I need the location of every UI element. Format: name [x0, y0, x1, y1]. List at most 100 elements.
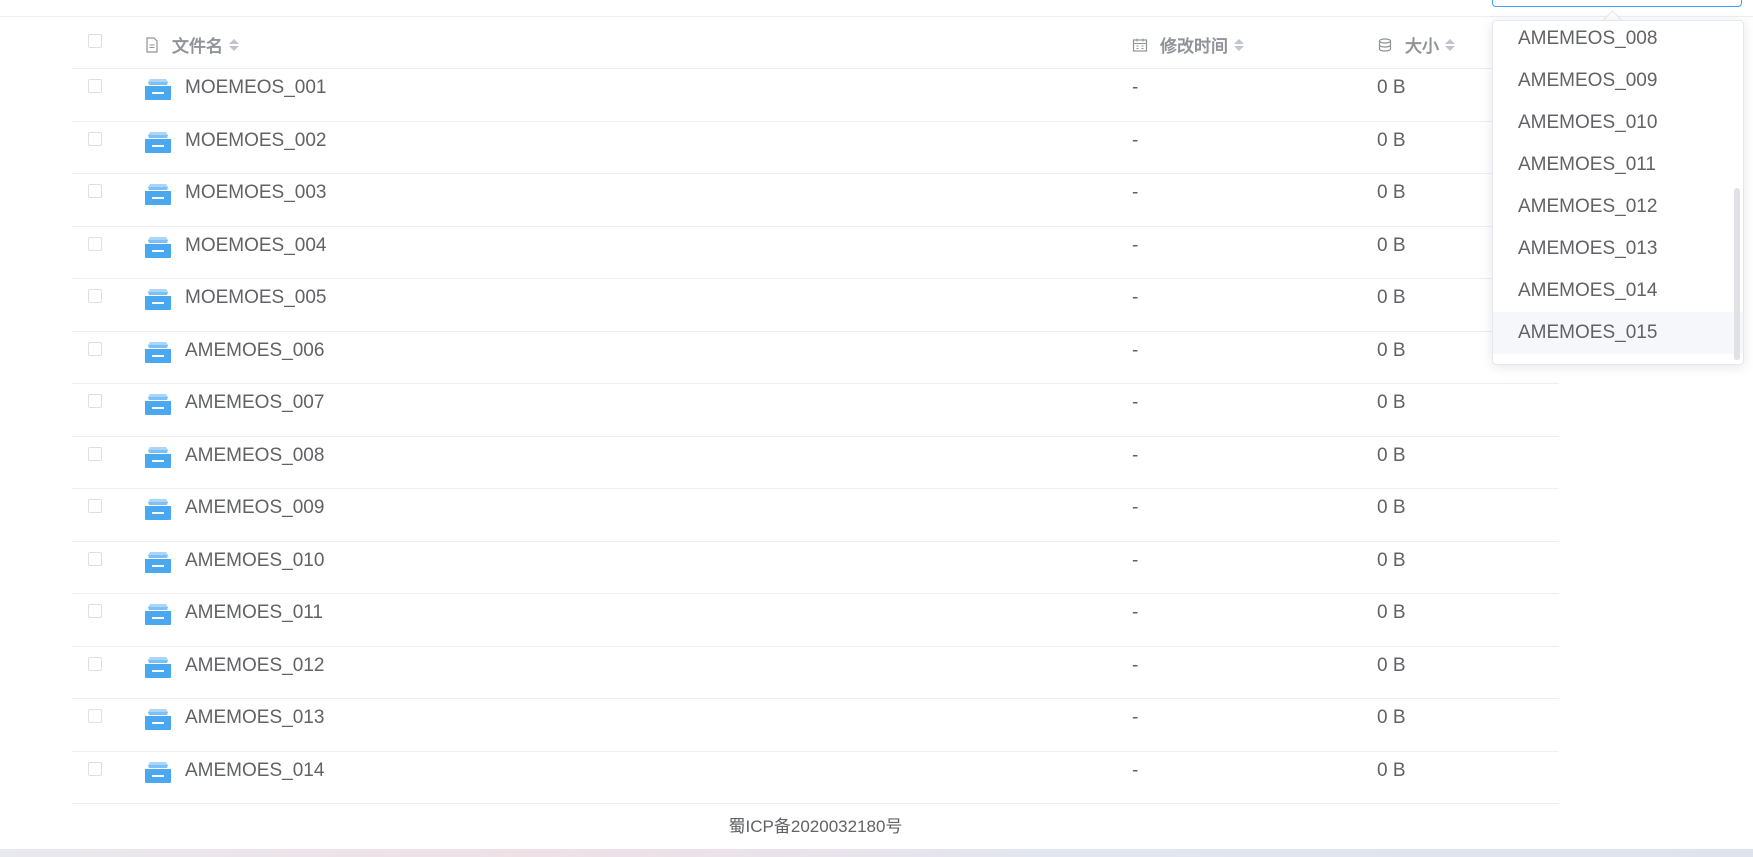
table-row[interactable]: MOEMEOS_001 - 0 B — [72, 69, 1559, 122]
folder-icon — [144, 602, 172, 626]
file-size: 0 B — [1377, 444, 1406, 466]
row-checkbox[interactable] — [88, 289, 102, 303]
table-row[interactable]: AMEMEOS_007 - 0 B — [72, 384, 1559, 437]
select-all-checkbox[interactable] — [88, 34, 102, 48]
row-checkbox[interactable] — [88, 446, 102, 461]
folder-icon — [144, 550, 172, 574]
table-row[interactable]: AMEMOES_012 - 0 B — [72, 647, 1559, 699]
table-row[interactable]: MOEMOES_005 - 0 B — [72, 279, 1559, 332]
icp-link[interactable]: 蜀ICP备2020032180号 — [729, 817, 903, 836]
dropdown-list: AMEMEOS_008 AMEMEOS_009 AMEMOES_010 AMEMOES… — [1493, 21, 1743, 354]
file-modified: - — [1132, 444, 1139, 466]
folder-icon — [144, 130, 172, 154]
file-modified: - — [1132, 707, 1139, 728]
file-name[interactable]: MOEMOES_002 — [185, 130, 327, 152]
dropdown-item[interactable]: AMEMOES_012 — [1493, 186, 1743, 228]
file-modified: - — [1132, 602, 1139, 623]
file-size: 0 B — [1377, 129, 1406, 151]
row-checkbox[interactable] — [88, 709, 102, 723]
file-modified: - — [1132, 654, 1139, 676]
table-row[interactable]: AMEMOES_010 - 0 B — [72, 542, 1559, 594]
dropdown-item[interactable]: AMEMOES_014 — [1493, 270, 1743, 312]
table-row[interactable]: AMEMEOS_009 - 0 B — [72, 489, 1559, 542]
column-header-modified[interactable]: 修改时间 — [1132, 32, 1244, 57]
select-input[interactable] — [1492, 0, 1742, 7]
bottom-bar — [0, 849, 1753, 857]
dropdown-item[interactable]: AMEMEOS_009 — [1493, 60, 1743, 102]
file-size: 0 B — [1377, 77, 1406, 98]
column-header-name-label: 文件名 — [172, 37, 223, 56]
row-checkbox[interactable] — [88, 236, 102, 251]
folder-icon — [144, 497, 172, 521]
file-name[interactable]: MOEMOES_005 — [185, 287, 327, 309]
row-checkbox[interactable] — [88, 656, 102, 671]
file-name[interactable]: MOEMOES_003 — [185, 182, 327, 204]
folder-icon — [144, 340, 172, 364]
sort-icon[interactable] — [229, 38, 239, 51]
table-row[interactable]: MOEMOES_003 - 0 B — [72, 174, 1559, 227]
dropdown-item[interactable]: AMEMEOS_008 — [1493, 21, 1743, 60]
folder-icon — [144, 392, 172, 416]
row-checkbox[interactable] — [88, 184, 102, 198]
file-name[interactable]: AMEMEOS_009 — [185, 497, 324, 519]
file-modified: - — [1132, 287, 1139, 308]
sort-icon[interactable] — [1234, 38, 1244, 51]
icp-footer[interactable]: 蜀ICP备2020032180号 — [72, 812, 1559, 837]
file-name[interactable]: MOEMEOS_001 — [185, 77, 327, 99]
table-row[interactable]: AMEMOES_014 - 0 B — [72, 752, 1559, 804]
file-size: 0 B — [1377, 549, 1406, 571]
file-size: 0 B — [1377, 497, 1406, 518]
sort-icon[interactable] — [1445, 38, 1455, 51]
row-checkbox[interactable] — [88, 604, 102, 618]
file-modified: - — [1132, 549, 1139, 571]
dropdown-scrollbar[interactable] — [1734, 188, 1740, 360]
file-size: 0 B — [1377, 759, 1406, 781]
dropdown-item[interactable]: AMEMOES_015 — [1493, 312, 1743, 354]
column-header-size[interactable]: 大小 — [1377, 32, 1455, 57]
file-size: 0 B — [1377, 392, 1406, 413]
table-row[interactable]: AMEMOES_006 - 0 B — [72, 332, 1559, 384]
file-name[interactable]: AMEMOES_006 — [185, 340, 324, 362]
file-modified: - — [1132, 497, 1139, 518]
table-row[interactable]: AMEMOES_011 - 0 B — [72, 594, 1559, 647]
file-name[interactable]: MOEMOES_004 — [185, 235, 327, 257]
top-divider — [0, 16, 1753, 17]
file-table: 文件名 修改时间 大小 MOEMEOS_001 - 0 B MOEMOES_002 - 0… — [72, 22, 1559, 804]
column-header-name[interactable]: 文件名 — [144, 32, 239, 57]
file-name[interactable]: AMEMOES_013 — [185, 707, 324, 729]
file-size: 0 B — [1377, 339, 1406, 361]
dropdown-item[interactable]: AMEMOES_011 — [1493, 144, 1743, 186]
file-modified: - — [1132, 234, 1139, 256]
file-name[interactable]: AMEMEOS_008 — [185, 445, 324, 467]
row-checkbox[interactable] — [88, 551, 102, 566]
dropdown-item[interactable]: AMEMOES_010 — [1493, 102, 1743, 144]
table-row[interactable]: AMEMEOS_008 - 0 B — [72, 437, 1559, 489]
folder-icon — [144, 655, 172, 679]
folder-icon — [144, 287, 172, 311]
dropdown-menu: AMEMEOS_008 AMEMEOS_009 AMEMOES_010 AMEMOES… — [1492, 20, 1744, 365]
row-checkbox[interactable] — [88, 131, 102, 146]
row-checkbox[interactable] — [88, 394, 102, 408]
file-name[interactable]: AMEMOES_014 — [185, 760, 324, 782]
table-row[interactable]: AMEMOES_013 - 0 B — [72, 699, 1559, 752]
file-name[interactable]: AMEMOES_012 — [185, 655, 324, 677]
database-icon — [1378, 37, 1392, 52]
row-checkbox[interactable] — [88, 499, 102, 513]
table-row[interactable]: MOEMOES_004 - 0 B — [72, 227, 1559, 279]
row-checkbox[interactable] — [88, 341, 102, 356]
row-checkbox[interactable] — [88, 79, 102, 93]
column-header-size-label: 大小 — [1405, 37, 1439, 56]
file-name[interactable]: AMEMOES_010 — [185, 550, 324, 572]
row-checkbox[interactable] — [88, 761, 102, 776]
file-modified: - — [1132, 77, 1139, 98]
file-modified: - — [1132, 392, 1139, 413]
file-modified: - — [1132, 339, 1139, 361]
file-name[interactable]: AMEMEOS_007 — [185, 392, 324, 414]
file-name[interactable]: AMEMOES_011 — [185, 602, 323, 624]
folder-icon — [144, 707, 172, 731]
table-row[interactable]: MOEMOES_002 - 0 B — [72, 122, 1559, 174]
folder-icon — [144, 182, 172, 206]
file-size: 0 B — [1377, 182, 1406, 203]
file-size: 0 B — [1377, 234, 1406, 256]
dropdown-item[interactable]: AMEMOES_013 — [1493, 228, 1743, 270]
